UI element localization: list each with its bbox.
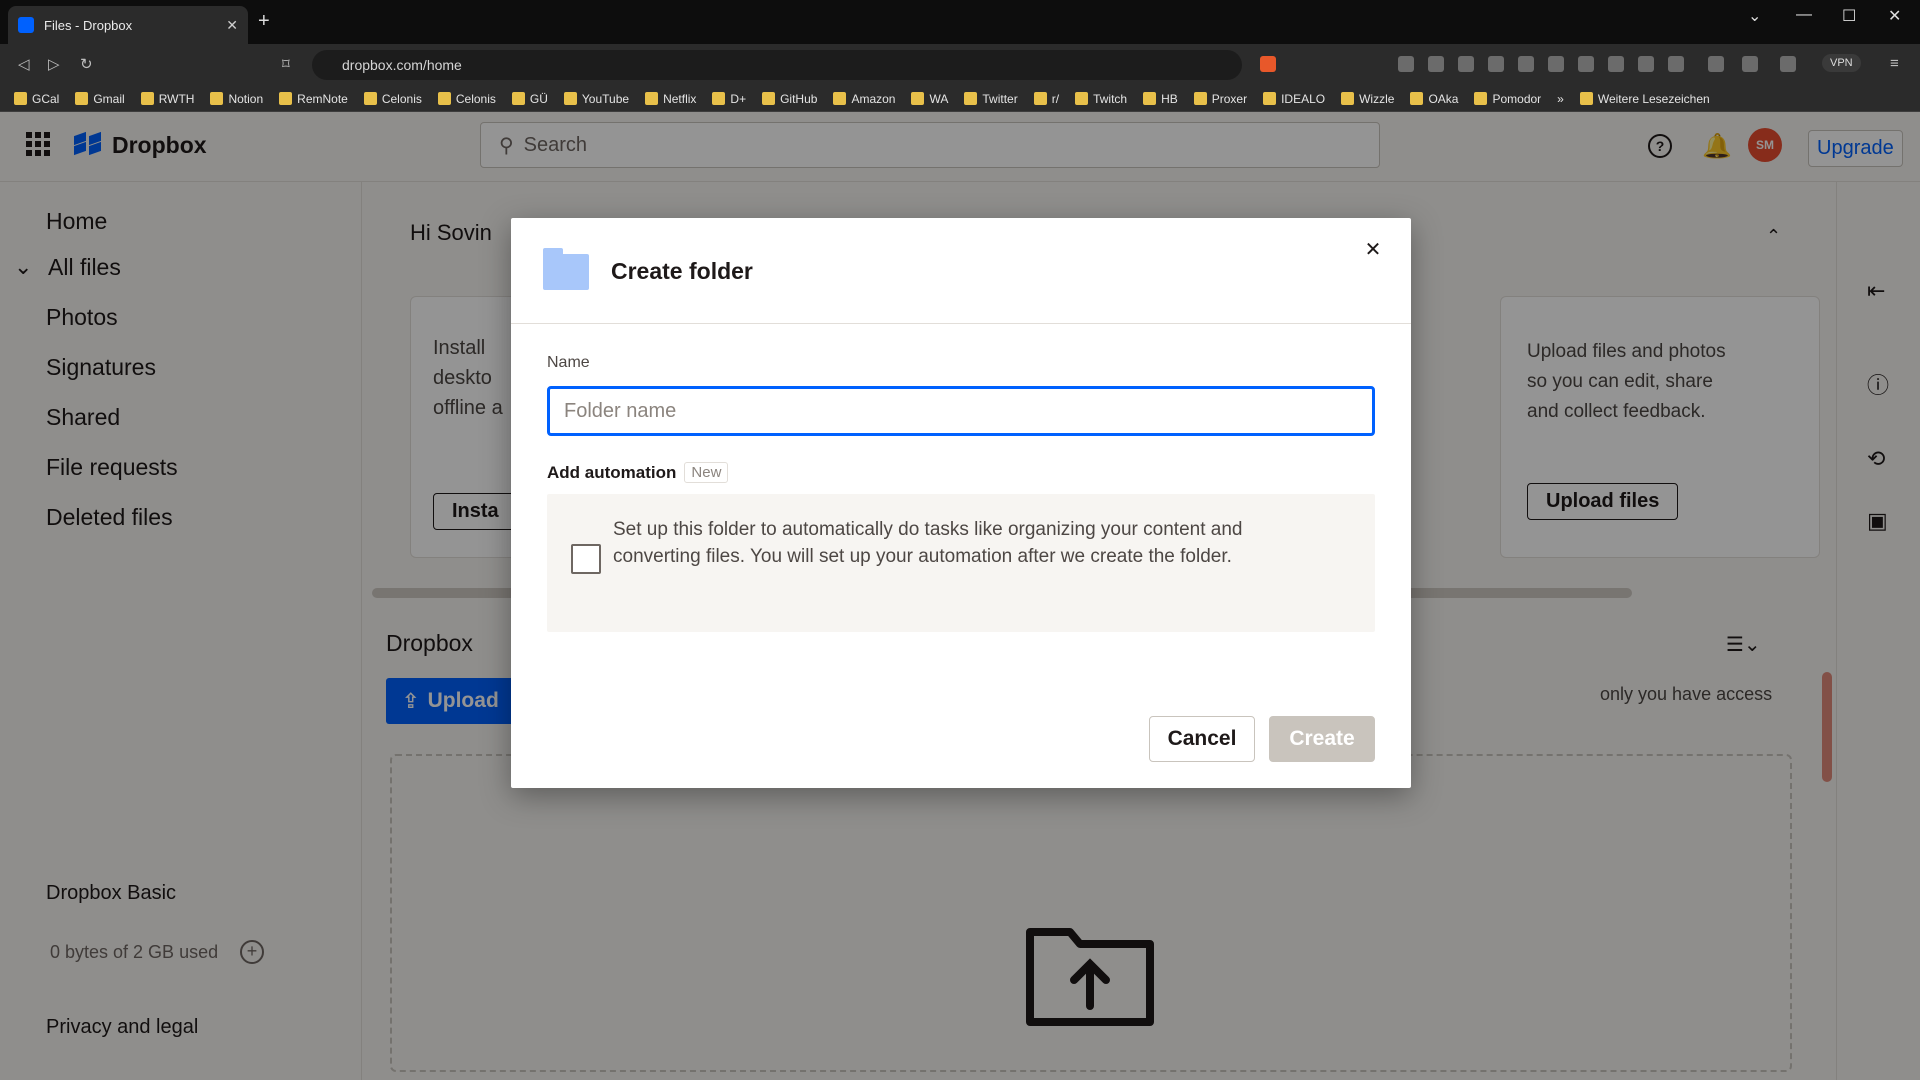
folder-name-label: Name (547, 354, 590, 371)
more-bookmarks-button[interactable]: » (1557, 92, 1564, 106)
bookmark-item[interactable]: GÜ (511, 92, 548, 106)
new-tab-button[interactable]: + (258, 10, 270, 33)
folder-name-input[interactable] (547, 386, 1375, 436)
extension-icon[interactable] (1518, 56, 1534, 72)
browser-tab[interactable]: Files - Dropbox ✕ (8, 6, 248, 44)
bookmark-item[interactable]: GCal (14, 92, 59, 106)
bookmark-item[interactable]: Twitter (964, 92, 1018, 106)
automation-header: Add automation New (547, 462, 729, 483)
reload-icon[interactable]: ↻ (80, 55, 93, 73)
create-folder-dialog: Create folder ✕ Name Add automation New … (511, 218, 1411, 788)
browser-toolbar: ◁ ▷ ↻ ⌑ dropbox.com/home VPN ≡ (0, 44, 1920, 86)
minimize-button[interactable]: — (1796, 6, 1812, 24)
dialog-header: Create folder ✕ (511, 218, 1411, 324)
sidebar-toggle-icon[interactable] (1742, 56, 1758, 72)
cancel-button[interactable]: Cancel (1149, 716, 1255, 762)
wallet-icon[interactable] (1780, 56, 1796, 72)
extension-icon[interactable] (1458, 56, 1474, 72)
bookmark-item[interactable]: Gmail (75, 92, 125, 106)
browser-tabbar: Files - Dropbox ✕ + ⌄ — ☐ ✕ (0, 0, 1920, 44)
bookmark-item[interactable]: Celonis (363, 92, 422, 106)
menu-icon[interactable]: ≡ (1890, 55, 1899, 72)
bookmark-item[interactable]: GitHub (762, 92, 817, 106)
bookmark-item[interactable]: r/ (1033, 92, 1059, 106)
bookmark-item[interactable]: Twitch (1075, 92, 1127, 106)
tab-title: Files - Dropbox (44, 17, 133, 33)
bookmark-item[interactable]: Proxer (1193, 92, 1247, 106)
extension-icon[interactable] (1548, 56, 1564, 72)
extension-icon[interactable] (1608, 56, 1624, 72)
bookmarks-bar: GCal Gmail RWTH Notion RemNote Celonis C… (0, 86, 1920, 112)
bookmark-item[interactable]: WA (911, 92, 948, 106)
automation-checkbox[interactable] (571, 544, 601, 574)
dialog-title: Create folder (611, 258, 753, 284)
bookmark-item[interactable]: Pomodor (1474, 92, 1541, 106)
bookmark-item[interactable]: HB (1143, 92, 1178, 106)
back-icon[interactable]: ◁ (18, 55, 30, 73)
folder-icon (543, 248, 589, 290)
extension-icon[interactable] (1638, 56, 1654, 72)
bookmark-item[interactable]: YouTube (563, 92, 629, 106)
bookmark-item[interactable]: OAka (1410, 92, 1458, 106)
bookmark-item[interactable]: Notion (210, 92, 263, 106)
close-window-button[interactable]: ✕ (1888, 6, 1901, 26)
bookmark-item[interactable]: Celonis (437, 92, 496, 106)
forward-icon[interactable]: ▷ (48, 55, 60, 73)
new-badge: New (684, 462, 729, 483)
vpn-button[interactable]: VPN (1822, 54, 1861, 72)
bookmark-item[interactable]: IDEALO (1263, 92, 1325, 106)
url-text: dropbox.com/home (342, 57, 462, 73)
extensions-puzzle-icon[interactable] (1708, 56, 1724, 72)
other-bookmarks-folder[interactable]: Weitere Lesezeichen (1579, 92, 1710, 106)
bookmark-item[interactable]: Amazon (833, 92, 895, 106)
close-icon[interactable]: ✕ (1363, 240, 1383, 260)
dropbox-favicon-icon (18, 17, 34, 33)
bookmark-item[interactable]: RWTH (140, 92, 194, 106)
create-button[interactable]: Create (1269, 716, 1375, 762)
maximize-button[interactable]: ☐ (1842, 6, 1856, 26)
extension-icon[interactable] (1398, 56, 1414, 72)
extension-icon[interactable] (1488, 56, 1504, 72)
extension-icon[interactable] (1428, 56, 1444, 72)
tab-list-icon[interactable]: ⌄ (1748, 6, 1761, 26)
automation-title: Add automation (547, 462, 677, 482)
bookmark-item[interactable]: Wizzle (1341, 92, 1394, 106)
automation-option: Set up this folder to automatically do t… (547, 494, 1375, 632)
extension-icon[interactable] (1668, 56, 1684, 72)
automation-description: Set up this folder to automatically do t… (613, 519, 1243, 567)
bookmark-item[interactable]: D+ (712, 92, 746, 106)
extension-icon[interactable] (1578, 56, 1594, 72)
brave-shield-icon[interactable] (1260, 56, 1276, 72)
bookmark-item[interactable]: RemNote (279, 92, 348, 106)
address-bar[interactable]: dropbox.com/home (312, 50, 1242, 80)
bookmark-icon[interactable]: ⌑ (282, 55, 290, 73)
tab-close-icon[interactable]: ✕ (226, 17, 238, 34)
bookmark-item[interactable]: Netflix (645, 92, 696, 106)
